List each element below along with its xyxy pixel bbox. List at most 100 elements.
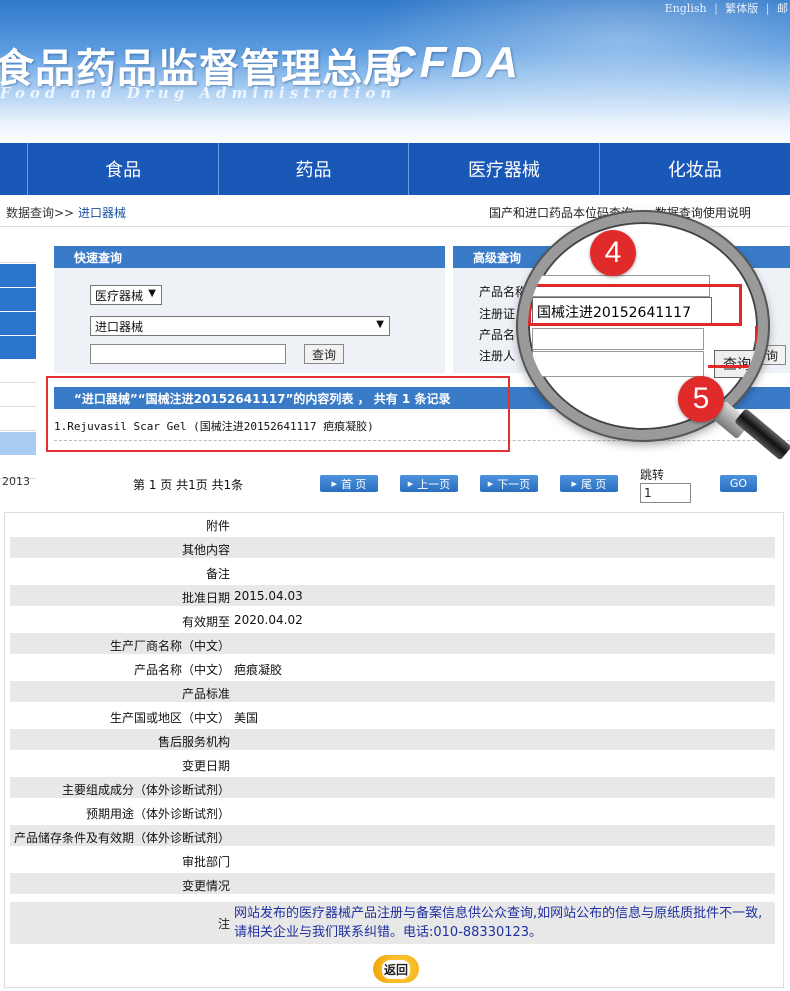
chevron-down-icon: ▼ [376, 319, 384, 330]
sidebar-item[interactable] [0, 312, 36, 335]
detail-label: 变更日期 [181, 759, 230, 773]
product-name-value: 疤痕凝胶 [234, 663, 283, 677]
detail-row: 生产厂商名称（中文） [10, 633, 775, 654]
magnified-highlight-box [528, 284, 742, 326]
last-page-button[interactable]: ▶ 尾 页 [560, 475, 618, 492]
subcategory-value: 进口器械 [95, 320, 144, 334]
sidebar-item[interactable] [0, 408, 36, 431]
detail-row: 其他内容 [10, 537, 775, 558]
note-label: 注 [217, 917, 230, 931]
approval-date-value: 2015.04.03 [234, 589, 303, 603]
last-page-label: 尾 页 [580, 477, 607, 491]
detail-row: 批准日期 2015.04.03 [10, 585, 775, 606]
nav-item-medical-devices[interactable]: 医疗器械 [409, 143, 600, 195]
detail-row: 产品标准 [10, 681, 775, 702]
top-links: English | 繁体版 | 邮 [663, 0, 790, 16]
disclaimer-text: 网站发布的医疗器械产品注册与备案信息供公众查询,如网站公布的信息与原纸质批件不一… [234, 906, 763, 940]
detail-label: 生产国或地区（中文） [109, 711, 230, 725]
play-icon: ▶ [331, 479, 337, 488]
breadcrumb-root[interactable]: 数据查询>> [6, 206, 74, 220]
subcategory-select[interactable]: 进口器械 ▼ [90, 316, 390, 336]
next-page-label: 下一页 [497, 477, 531, 491]
traditional-chinese-link[interactable]: 繁体版 [725, 2, 758, 15]
keyword-input[interactable] [90, 344, 286, 364]
quick-search-panel: 医疗器械 ▼ 进口器械 ▼ 查询 [54, 268, 445, 373]
detail-label: 主要组成成分（体外诊断试剂） [61, 783, 230, 797]
category-value: 医疗器械 [95, 289, 144, 303]
detail-label: 其他内容 [181, 543, 230, 557]
magnified-product-name-2-input [532, 328, 704, 350]
detail-label: 备注 [205, 567, 230, 581]
header-banner: English | 繁体版 | 邮 食品药品监督管理总局 CFDA Food a… [0, 0, 790, 143]
registrant-label: 注册人 [479, 349, 516, 363]
detail-label: 附件 [205, 519, 230, 533]
detail-label: 产品名称（中文） [133, 663, 230, 677]
sidebar-item[interactable] [0, 264, 36, 287]
detail-label: 预期用途（体外诊断试剂） [85, 807, 230, 821]
separator: | [714, 2, 718, 15]
detail-row: 备注 [10, 561, 775, 582]
go-button[interactable]: GO [720, 475, 757, 492]
detail-row: 生产国或地区（中文） 美国 [10, 705, 775, 726]
nav-item-cosmetics[interactable]: 化妆品 [600, 143, 790, 195]
mail-link[interactable]: 邮 [777, 2, 788, 15]
detail-table: 附件 其他内容 备注 批准日期 2015.04.03 有效期至 2020.04.… [4, 512, 784, 988]
detail-row: 附件 [10, 513, 775, 534]
chevron-down-icon: ▼ [148, 288, 156, 299]
detail-row: 售后服务机构 [10, 729, 775, 750]
detail-label: 审批部门 [181, 855, 230, 869]
product-name-label: 产品名称 [479, 285, 528, 299]
back-button[interactable]: 返回 [373, 955, 419, 983]
jump-label: 跳转 [640, 468, 665, 482]
first-page-button[interactable]: ▶ 首 页 [320, 475, 378, 492]
play-icon: ▶ [407, 479, 414, 488]
detail-row: 产品储存条件及有效期（体外诊断试剂） [10, 825, 775, 846]
registration-cert-label: 注册证 [479, 307, 516, 321]
detail-label: 产品储存条件及有效期（体外诊断试剂） [13, 831, 230, 845]
sidebar-item[interactable] [0, 360, 36, 383]
country-value: 美国 [234, 711, 259, 725]
magnified-highlight-box-2 [708, 326, 758, 368]
category-select[interactable]: 医疗器械 ▼ [90, 285, 162, 305]
valid-until-value: 2020.04.02 [234, 613, 303, 627]
detail-label: 产品标准 [181, 687, 230, 701]
breadcrumb-current[interactable]: 进口器械 [78, 206, 126, 220]
cfda-logo: CFDA [384, 38, 523, 87]
quick-search-header: 快速查询 [54, 246, 445, 268]
magnifier-handle [734, 408, 790, 461]
sidebar-item[interactable] [0, 288, 36, 311]
left-sidebar [0, 240, 36, 480]
quick-search-button[interactable]: 查询 [304, 344, 344, 364]
prev-page-label: 上一页 [417, 477, 451, 491]
next-page-button[interactable]: ▶ 下一页 [480, 475, 538, 492]
play-icon: ▶ [487, 479, 494, 488]
english-link[interactable]: English [665, 2, 707, 15]
sidebar-item[interactable] [0, 384, 36, 407]
detail-row: 预期用途（体外诊断试剂） [10, 801, 775, 822]
detail-row: 主要组成成分（体外诊断试剂） [10, 777, 775, 798]
detail-row: 审批部门 [10, 849, 775, 870]
detail-label: 有效期至 [181, 615, 230, 629]
results-highlight-box [46, 376, 510, 452]
step-4-badge: 4 [590, 230, 636, 276]
nav-item-drugs[interactable]: 药品 [219, 143, 410, 195]
detail-label: 变更情况 [181, 879, 230, 893]
product-name-2-label: 产品名 [479, 328, 516, 342]
separator: | [765, 2, 770, 15]
prev-page-button[interactable]: ▶ 上一页 [400, 475, 458, 492]
agency-name-en: Food and Drug Administration [0, 84, 397, 102]
sidebar-item[interactable] [0, 240, 36, 263]
first-page-label: 首 页 [340, 477, 367, 491]
main-nav: 食品 药品 医疗器械 化妆品 [0, 143, 790, 195]
jump-page-input[interactable]: 1 [640, 483, 691, 503]
detail-row: 变更日期 [10, 753, 775, 774]
nav-item-food[interactable]: 食品 [28, 143, 219, 195]
disclaimer-row: 注 网站发布的医疗器械产品注册与备案信息供公众查询,如网站公布的信息与原纸质批件… [10, 902, 775, 944]
magnified-registrant-input [532, 351, 704, 377]
step-5-badge: 5 [678, 376, 724, 422]
back-button-label: 返回 [381, 959, 410, 979]
pager-summary: 第 1 页 共1页 共1条 [133, 478, 244, 492]
sidebar-item-active[interactable] [0, 432, 36, 455]
sidebar-item[interactable] [0, 336, 36, 359]
breadcrumb: 数据查询>> 进口器械 [6, 204, 126, 221]
